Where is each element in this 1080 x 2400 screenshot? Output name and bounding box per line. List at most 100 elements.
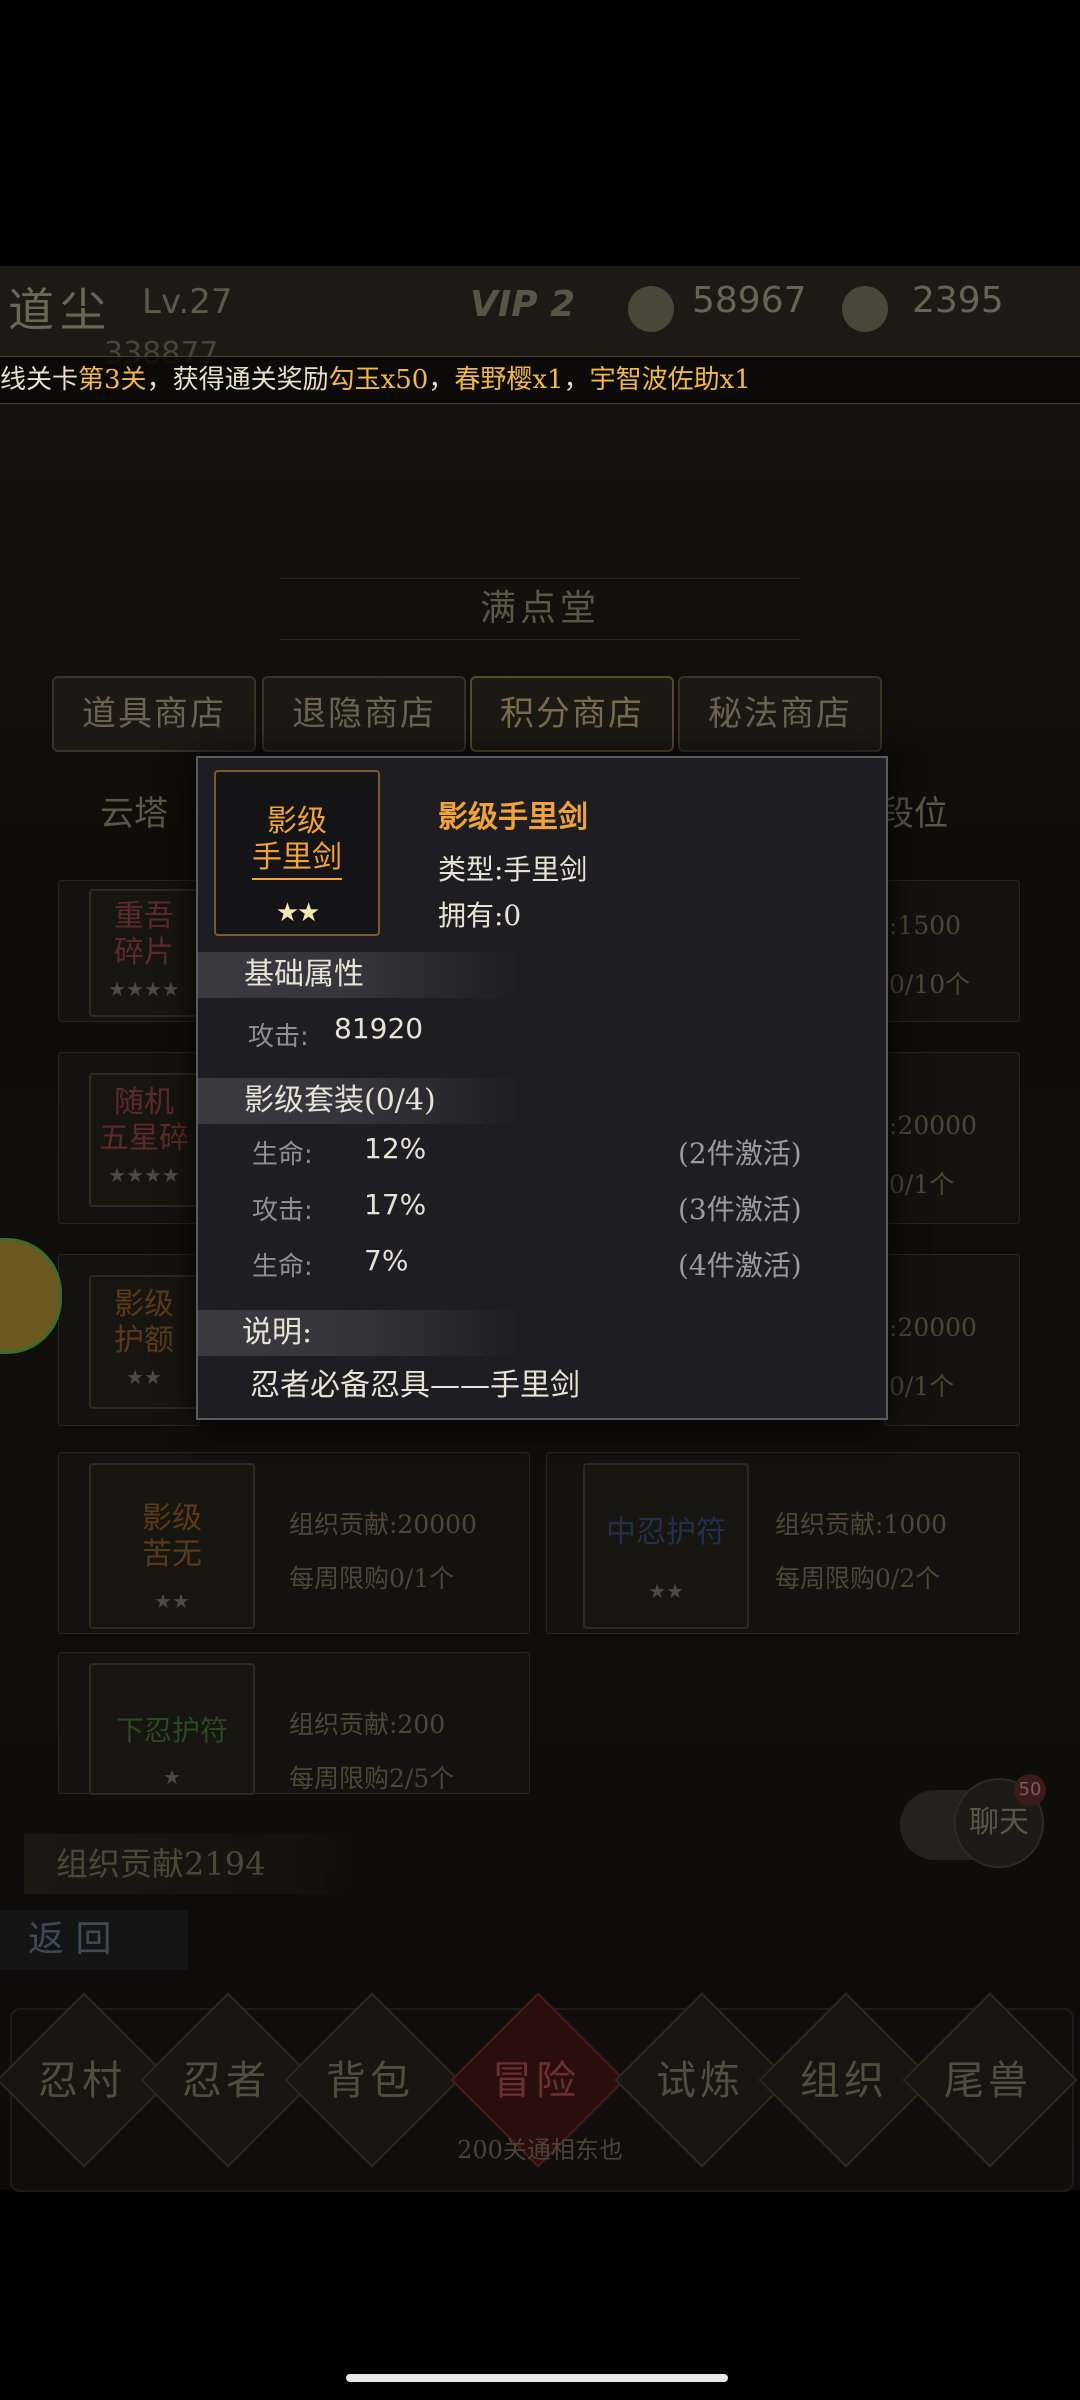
item-name: 护额	[114, 1323, 174, 1358]
section-set-bonus: 影级套装(0/4)	[198, 1078, 518, 1124]
item-name: 碎片	[114, 935, 174, 970]
item-limit: 每周限购0/1个	[289, 1564, 455, 1593]
item-type: 类型:手里剑	[438, 853, 588, 886]
item-name: 苦无	[142, 1537, 202, 1572]
shop-item-card[interactable]: :20000 0/1个	[884, 1254, 1020, 1426]
section-description: 说明:	[198, 1310, 518, 1356]
item-icon: 影级 手里剑 ★★	[214, 770, 380, 936]
shop-item-card[interactable]: 影级 苦无 ★★ 组织贡献:20000 每周限购0/1个	[58, 1452, 530, 1634]
coin-icon	[628, 286, 674, 332]
item-title: 影级手里剑	[438, 800, 588, 835]
nav-trial[interactable]: 试炼	[630, 2048, 770, 2106]
shop-title: 满点堂	[280, 578, 800, 640]
item-name: 五星碎	[99, 1121, 189, 1156]
ticker-text: ，	[563, 365, 590, 395]
nav-subtitle: 200关通相东也	[457, 2136, 623, 2164]
tab-secret-shop[interactable]: 秘法商店	[678, 676, 882, 752]
item-icon: 下忍护符 ★	[89, 1663, 255, 1795]
section-base-attributes: 基础属性	[198, 952, 518, 998]
shop-item-card[interactable]: 下忍护符 ★ 组织贡献:200 每周限购2/5个	[58, 1652, 530, 1795]
item-name: 重吾	[114, 899, 174, 934]
set-bonus-activation: (4件激活)	[678, 1249, 802, 1282]
nav-tailed-beast[interactable]: 尾兽	[918, 2048, 1058, 2106]
item-icon: 影级 护额 ★★	[89, 1275, 199, 1409]
item-cost: 组织贡献:20000	[289, 1510, 477, 1539]
item-limit: 0/1个	[889, 1372, 955, 1401]
gem-icon	[842, 286, 888, 332]
ticker-highlight: 第3关	[78, 365, 147, 395]
currency1-value: 58967	[692, 280, 807, 321]
player-level: Lv.27	[142, 282, 233, 322]
item-cost: :20000	[889, 1313, 977, 1342]
item-name: 影级	[142, 1501, 202, 1536]
item-limit: 每周限购2/5个	[289, 1764, 455, 1793]
item-limit: 0/10个	[889, 970, 971, 999]
item-name: 随机	[114, 1085, 174, 1120]
base-attr-label: 攻击:	[248, 1022, 309, 1052]
shop-item-card[interactable]: 中忍护符 ★★ 组织贡献:1000 每周限购0/2个	[546, 1452, 1020, 1634]
item-limit: 每周限购0/2个	[775, 1564, 941, 1593]
item-stars: ★	[163, 1765, 181, 1789]
set-bonus-value: 17%	[364, 1188, 427, 1221]
item-name: 中忍护符	[606, 1515, 726, 1550]
tab-retire-shop[interactable]: 退隐商店	[262, 676, 466, 752]
item-icon: 重吾 碎片 ★★★★	[89, 889, 199, 1017]
shop-item-card[interactable]: :1500 0/10个	[884, 880, 1020, 1022]
item-cost: 组织贡献:1000	[775, 1510, 948, 1539]
shop-item-card[interactable]: 影级 护额 ★★	[58, 1254, 200, 1426]
item-icon-label: 影级 手里剑	[252, 804, 342, 880]
item-stars: ★★★★	[108, 1163, 180, 1187]
subtab-cloud-tower[interactable]: 云塔	[100, 786, 168, 835]
set-bonus-value: 7%	[364, 1244, 409, 1277]
shop-item-card[interactable]: 重吾 碎片 ★★★★	[58, 880, 200, 1022]
back-button[interactable]: 返 回	[0, 1910, 188, 1970]
item-icon-label-line2: 手里剑	[252, 840, 342, 875]
base-attr-value: 81920	[334, 1012, 424, 1045]
item-cost: :1500	[889, 911, 962, 940]
ticker-text: 线关卡	[0, 365, 79, 395]
nav-bag[interactable]: 背包	[300, 2048, 440, 2106]
home-indicator[interactable]	[346, 2374, 728, 2382]
item-description: 忍者必备忍具——手里剑	[250, 1368, 580, 1403]
player-name: 道尘	[8, 283, 112, 337]
set-bonus-activation: (3件激活)	[678, 1193, 802, 1226]
item-icon-label-line1: 影级	[267, 804, 327, 839]
ticker-highlight: 春野樱x1	[454, 365, 564, 395]
set-bonus-label: 攻击:	[252, 1196, 313, 1226]
subtab-rank[interactable]: 段位	[880, 786, 948, 835]
ticker-highlight: 勾玉x50	[328, 365, 429, 395]
shop-item-card[interactable]: :20000 0/1个	[884, 1052, 1020, 1224]
nav-adventure[interactable]: 冒险	[466, 2048, 606, 2106]
item-icon: 中忍护符 ★★	[583, 1463, 749, 1629]
chat-badge: 50	[1014, 1774, 1046, 1806]
item-stars: ★★	[154, 1589, 190, 1613]
ticker-text: ，	[428, 365, 455, 395]
ticker-text: ，获得通关奖励	[146, 365, 329, 395]
set-bonus-label: 生命:	[252, 1252, 313, 1282]
item-detail-popup[interactable]: 影级 手里剑 ★★ 影级手里剑 类型:手里剑 拥有:0 基础属性 攻击: 819…	[196, 756, 888, 1420]
set-bonus-value: 12%	[364, 1132, 427, 1165]
item-stars: ★★★★	[108, 977, 180, 1001]
ticker-highlight: 宇智波佐助x1	[589, 365, 751, 395]
item-icon: 影级 苦无 ★★	[89, 1463, 255, 1629]
tab-points-shop[interactable]: 积分商店	[470, 676, 674, 752]
item-name: 影级	[114, 1287, 174, 1322]
nav-organization[interactable]: 组织	[774, 2048, 914, 2106]
item-cost: 组织贡献:200	[289, 1710, 446, 1739]
nav-village[interactable]: 忍村	[12, 2048, 152, 2106]
tab-item-shop[interactable]: 道具商店	[52, 676, 256, 752]
contribution-total: 组织贡献2194	[24, 1834, 356, 1894]
currency2-value: 2395	[912, 280, 1004, 321]
item-stars: ★★	[126, 1365, 162, 1389]
item-cost: :20000	[889, 1111, 977, 1140]
shop-item-card[interactable]: 随机 五星碎 ★★★★	[58, 1052, 200, 1224]
nav-ninja[interactable]: 忍者	[156, 2048, 296, 2106]
set-bonus-label: 生命:	[252, 1140, 313, 1170]
vip-badge[interactable]: VIP 2	[470, 284, 575, 325]
item-limit: 0/1个	[889, 1170, 955, 1199]
star-rating: ★★	[275, 898, 321, 928]
set-bonus-activation: (2件激活)	[678, 1137, 802, 1170]
item-stars: ★★	[648, 1579, 684, 1603]
top-bar: 道尘 Lv.27 338877 VIP 2 58967 2395	[0, 266, 1080, 371]
item-owned: 拥有:0	[438, 899, 522, 932]
